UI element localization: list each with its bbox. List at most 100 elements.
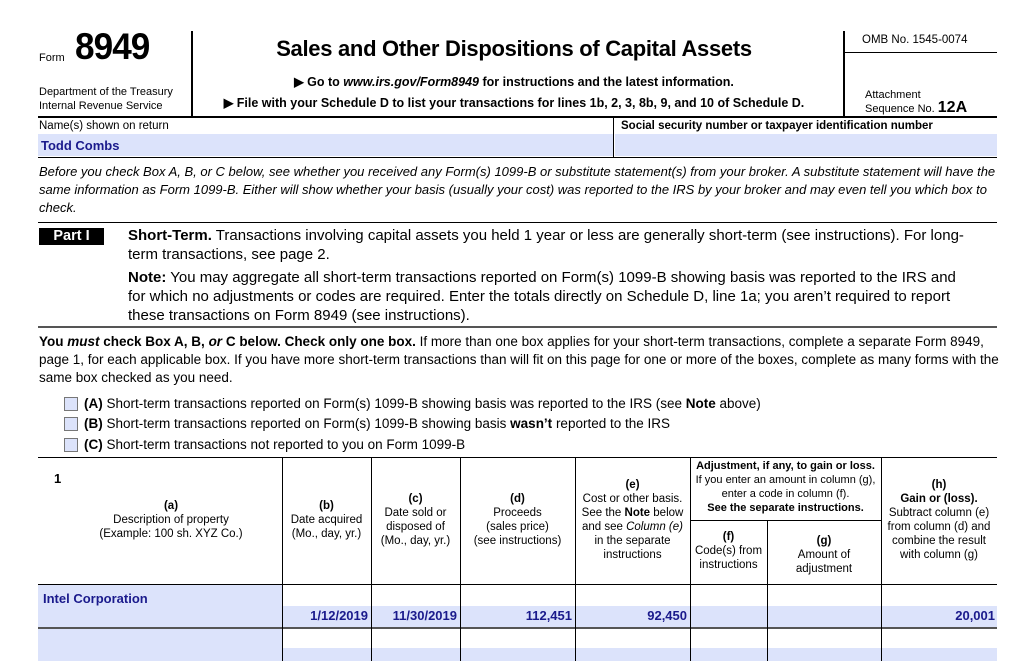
intro-text: Before you check Box A, B, or C below, s… [39,164,996,215]
name-field[interactable] [38,134,613,156]
checkbox-c[interactable] [64,438,78,452]
intro-bottom-rule [38,222,997,223]
part-note-label: Note: [128,269,167,286]
instructions-suffix: for instructions and the latest informat… [479,75,734,89]
col-f-line1: Code(s) from [694,545,763,557]
col-line-g [767,520,768,661]
checkbox-b-label: (B) Short-term transactions reported on … [84,415,670,433]
instructions-link[interactable]: www.irs.gov/Form8949 [343,75,479,89]
form-number: 8949 [75,26,150,67]
col-e-line3: and see Column (e) [581,521,683,533]
header-bottom-rule [38,116,997,118]
col-h-line2: from column (d) and [887,521,991,533]
col-e-line4: in the separate [594,535,671,547]
ssn-label: Social security number or taxpayer ident… [621,120,933,132]
col-a-line2: (Example: 100 sh. XYZ Co.) [99,528,243,540]
form-title: Sales and Other Dispositions of Capital … [276,36,752,61]
adjustment-line2: If you enter an amount in column (g), [695,474,876,486]
col-h-line1: Subtract column (e) [888,507,990,519]
adjustment-line3: enter a code in column (f). [721,488,850,500]
col-line-c [371,457,372,661]
row1-gain-loss[interactable]: 20,001 [881,608,995,623]
must-check-box: check Box A, B, [99,334,209,349]
col-line-e [575,457,576,661]
file-with-line: ▶ File with your Schedule D to list your… [223,96,805,110]
col-a-letter: (a) [163,500,179,512]
department: Department of the Treasury Internal Reve… [39,85,173,113]
must-you: You [39,334,68,349]
checkbox-a-label: (A) Short-term transactions reported on … [84,395,761,413]
name-bottom-rule [38,157,997,158]
part-heading-text: Transactions involving capital assets yo… [128,227,964,263]
row1-cost-basis[interactable]: 92,450 [575,608,687,623]
checkbox-row-c[interactable]: (C) Short-term transactions not reported… [64,436,465,454]
table-top-rule [38,457,997,458]
checkbox-b[interactable] [64,417,78,431]
col-h-letter: (h) [931,479,947,491]
col-g-header: (g) Amount of adjustment [767,534,881,576]
col-line-f [690,457,691,661]
must-check-text: You must check Box A, B, or C below. Che… [39,333,999,387]
col-f-header: (f) Code(s) from instructions [690,530,767,572]
col-c-line3: (Mo., day, yr.) [380,535,451,547]
name-value: Todd Combs [41,138,120,153]
row1-date-acquired[interactable]: 1/12/2019 [282,608,368,623]
checkbox-b-code: (B) [84,416,103,431]
checkbox-c-text: Short-term transactions not reported to … [102,437,466,452]
part-heading-title: Short-Term. [128,227,212,244]
name-label: Name(s) shown on return [39,120,169,132]
col-h-header: (h) Gain or (loss). Subtract column (e) … [881,478,997,562]
col-b-header: (b) Date acquired (Mo., day, yr.) [282,499,371,541]
col-a-header: (a) Description of property (Example: 10… [60,499,282,541]
instructions-link-line: ▶ Go to www.irs.gov/Form8949 for instruc… [192,74,836,89]
checkbox-a-bold: Note [685,396,716,411]
row1-date-sold[interactable]: 11/30/2019 [371,608,457,623]
row1-proceeds[interactable]: 112,451 [460,608,572,623]
name-ssn-divider [613,117,614,157]
col-f-letter: (f) [722,531,735,543]
header-divider-right [843,31,845,116]
sequence-number: 12A [937,98,968,116]
col-c-line1: Date sold or [384,507,447,519]
checkbox-a-text-after: above) [715,396,761,411]
col-c-letter: (c) [408,493,423,505]
sequence-label: Sequence No. [865,102,935,115]
part-heading: Short-Term. Transactions involving capit… [128,226,968,264]
department-line1: Department of the Treasury [39,86,173,98]
must-c-below: C below. Check only one box. [222,334,416,349]
col-d-line2: (sales price) [486,521,549,533]
col-d-line1: Proceeds [493,507,542,519]
col-h-line4: with column (g) [900,549,978,561]
ssn-field[interactable] [615,134,997,156]
col-d-line3: (see instructions) [473,535,562,547]
adjustment-divider [690,520,881,521]
attachment-sequence: Attachment Sequence No. 12A [865,89,967,115]
col-e-header: (e) Cost or other basis. See the Note be… [575,478,690,562]
col-f-line2: instructions [699,559,758,571]
part-note: Note: You may aggregate all short-term t… [128,268,968,325]
must-or: or [208,334,223,349]
col-g-letter: (g) [816,535,832,547]
adjustment-header: Adjustment, if any, to gain or loss. If … [690,459,881,515]
col-line-b [282,457,283,661]
part-bottom-rule [38,326,997,328]
row1-description[interactable]: Intel Corporation [43,591,148,606]
checkbox-a-text: Short-term transactions reported on Form… [102,396,686,411]
col-b-line2: (Mo., day, yr.) [291,528,362,540]
checkbox-a[interactable] [64,397,78,411]
col-g-line2: adjustment [795,563,853,575]
col-c-header: (c) Date sold or disposed of (Mo., day, … [371,492,460,548]
adjustment-title: Adjustment, if any, to gain or loss. [696,460,875,472]
col-d-header: (d) Proceeds (sales price) (see instruct… [460,492,575,548]
col-a-line1: Description of property [113,514,229,526]
checkbox-row-a[interactable]: (A) Short-term transactions reported on … [64,395,761,413]
checkbox-row-b[interactable]: (B) Short-term transactions reported on … [64,415,670,433]
must-word: must [67,334,100,349]
checkbox-b-bold: wasn’t [510,416,553,431]
omb-divider [844,52,997,53]
part-note-text: You may aggregate all short-term transac… [128,269,956,324]
form-label: Form [39,52,65,64]
checkbox-b-text-after: reported to the IRS [552,416,671,431]
row2-description-field[interactable] [38,629,282,661]
col-e-letter: (e) [625,479,640,491]
